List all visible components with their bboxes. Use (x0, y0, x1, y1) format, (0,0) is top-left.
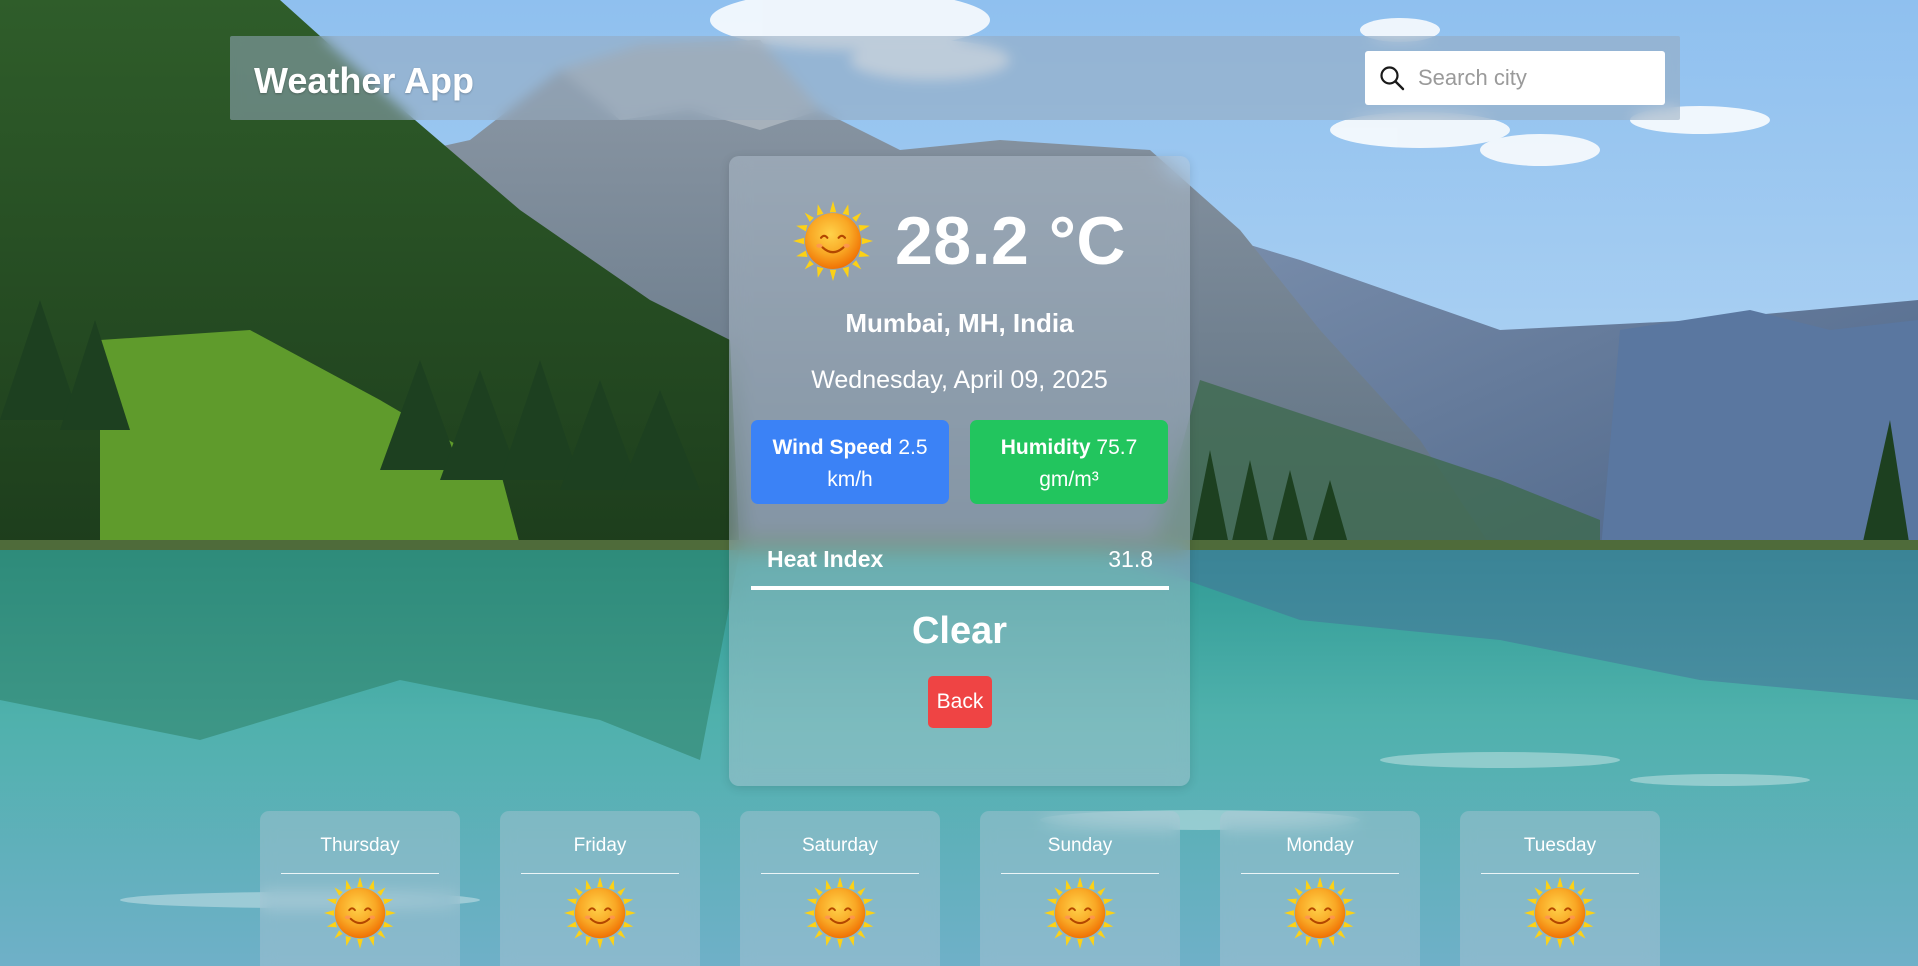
forecast-day-label: Saturday (761, 835, 919, 874)
search-icon (1380, 66, 1405, 91)
heat-index-value: 31.8 (1108, 546, 1153, 572)
location-label: Mumbai, MH, India (845, 308, 1074, 338)
forecast-card[interactable]: Thursday (260, 811, 460, 966)
heat-index-label: Heat Index (767, 546, 884, 572)
sun-icon (1044, 877, 1116, 949)
sun-icon (793, 201, 873, 281)
date-label: Wednesday, April 09, 2025 (811, 366, 1108, 394)
wind-speed-value: 2.5 (898, 436, 928, 459)
forecast-day-label: Tuesday (1481, 835, 1639, 874)
wind-speed-badge: Wind Speed 2.5 km/h (751, 420, 949, 504)
weather-condition: Clear (911, 610, 1008, 652)
sun-icon (804, 877, 876, 949)
forecast-day-label: Sunday (1001, 835, 1159, 874)
forecast-card[interactable]: Tuesday (1460, 811, 1660, 966)
sun-icon (1284, 877, 1356, 949)
forecast-card[interactable]: Friday (500, 811, 700, 966)
humidity-badge: Humidity 75.7 gm/m³ (970, 420, 1168, 504)
wind-speed-unit: km/h (827, 468, 873, 491)
app-title: Weather App (254, 60, 475, 101)
forecast-card[interactable]: Sunday (980, 811, 1180, 966)
search-input[interactable] (1418, 65, 1648, 91)
sun-icon (1524, 877, 1596, 949)
search-box[interactable] (1365, 51, 1665, 105)
humidity-label: Humidity (1000, 436, 1091, 459)
heat-index-row: Heat Index 31.8 (751, 546, 1169, 590)
humidity-unit: gm/m³ (1039, 468, 1099, 491)
sun-icon (324, 877, 396, 949)
temperature-row: 28.2 °C (729, 201, 1190, 281)
header-bar: Weather App (230, 36, 1680, 120)
forecast-day-label: Thursday (281, 835, 439, 874)
forecast-card[interactable]: Monday (1220, 811, 1420, 966)
forecast-card[interactable]: Saturday (740, 811, 940, 966)
back-button[interactable]: Back (928, 676, 992, 728)
forecast-day-label: Monday (1241, 835, 1399, 874)
humidity-value: 75.7 (1096, 436, 1138, 459)
forecast-day-label: Friday (521, 835, 679, 874)
current-weather-card: 28.2 °C Mumbai, MH, India Wednesday, Apr… (729, 156, 1190, 786)
wind-speed-label: Wind Speed (772, 436, 893, 459)
temperature-value: 28.2 °C (894, 203, 1127, 279)
sun-icon (564, 877, 636, 949)
